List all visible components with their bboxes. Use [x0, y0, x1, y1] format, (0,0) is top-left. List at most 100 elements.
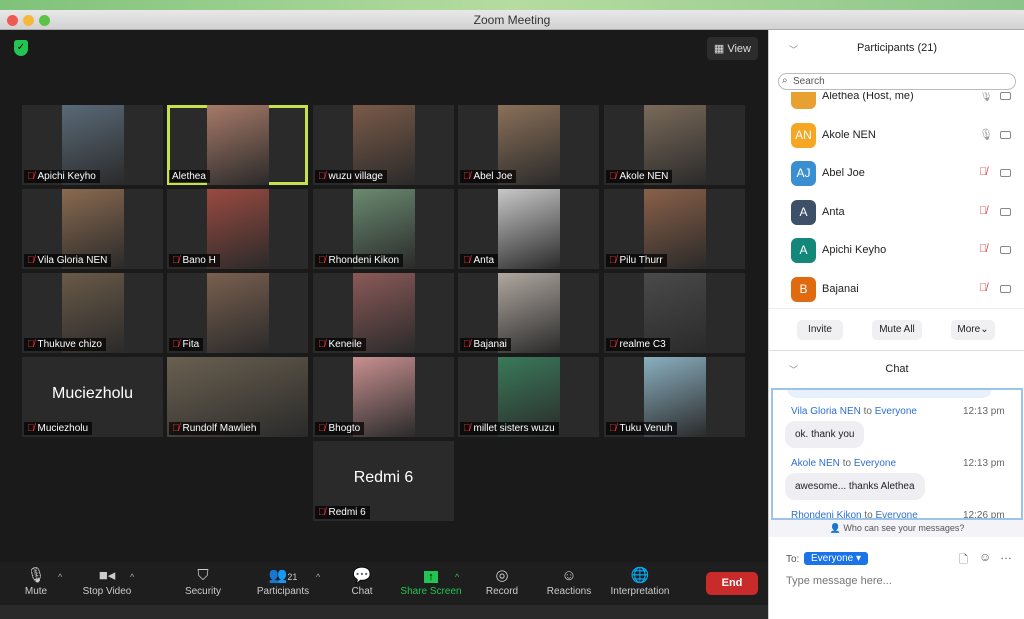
video-camera-icon[interactable] [1000, 207, 1011, 216]
video-tile[interactable]: 🎙̸ realme C3 [604, 273, 745, 353]
sender-name[interactable]: Rhondeni Kikon [791, 510, 862, 518]
minimize-window-button[interactable] [23, 15, 34, 26]
video-tile[interactable]: 🎙̸ Rhondeni Kikon [313, 189, 454, 269]
more-label: More [957, 324, 981, 335]
participants-list[interactable]: Alethea (Host, me) 🎙 AN Akole NEN 🎙 AJ A… [769, 92, 1024, 308]
video-tile[interactable]: Alethea [167, 105, 308, 185]
video-tile[interactable]: 🎙̸ Abel Joe [458, 105, 599, 185]
video-camera-icon[interactable] [1000, 284, 1011, 293]
recipient-dropdown[interactable]: Everyone ▾ [804, 552, 869, 565]
muted-mic-icon[interactable]: 🎙̸ [979, 282, 987, 294]
file-icon[interactable]: 🗋 [959, 551, 968, 570]
video-tile[interactable]: 🎙̸ Anta [458, 189, 599, 269]
tile-name: Bhogto [328, 423, 361, 434]
video-camera-icon: ■◂ [98, 567, 116, 584]
record-label: Record [485, 586, 519, 597]
video-tile[interactable]: 🎙̸ millet sisters wuzu [458, 357, 599, 437]
chat-message-input[interactable] [786, 575, 1006, 587]
video-tile[interactable]: 🎙̸ Rundolf Mawlieh [167, 357, 308, 437]
video-tile[interactable]: 🎙̸ Bano H [167, 189, 308, 269]
tile-name-label: 🎙̸ realme C3 [606, 338, 670, 351]
microphone-icon[interactable]: 🎙 [979, 92, 993, 102]
view-button[interactable]: ▦ View [706, 37, 758, 60]
muted-mic-icon: 🎙̸ [172, 339, 180, 350]
muted-mic-icon[interactable]: 🎙̸ [979, 166, 987, 178]
audio-options-caret[interactable]: ^ [58, 572, 62, 582]
record-button[interactable]: ◎ Record [484, 566, 520, 597]
stop-video-button[interactable]: ■◂ Stop Video [80, 566, 134, 597]
participant-row[interactable]: Alethea (Host, me) 🎙 [769, 92, 1024, 116]
participants-icon: 👥21 [268, 567, 298, 584]
tile-name: Rundolf Mawlieh [182, 423, 257, 434]
share-screen-button[interactable]: ↑ Share Screen [400, 566, 462, 597]
maximize-window-button[interactable] [39, 15, 50, 26]
muted-mic-icon: 🎙̸ [318, 171, 326, 182]
tile-name: realme C3 [619, 339, 666, 350]
interpretation-label: Interpretation [610, 586, 670, 597]
message-time: 12:13 pm [963, 406, 1005, 417]
participants-button[interactable]: 👥21 Participants [254, 566, 312, 597]
muted-mic-icon[interactable]: 🎙̸ [979, 243, 987, 255]
more-button[interactable]: More⌄ [951, 320, 995, 340]
sender-name[interactable]: Akole NEN [791, 458, 840, 469]
video-camera-icon[interactable] [1000, 169, 1011, 177]
mute-all-button[interactable]: Mute All [872, 320, 922, 340]
video-tile[interactable]: 🎙̸ Pilu Thurr [604, 189, 745, 269]
who-can-see-link[interactable]: 👤 Who can see your messages? [769, 520, 1024, 537]
video-tile[interactable]: Muciezholu 🎙̸ Muciezholu [22, 357, 163, 437]
mute-button[interactable]: 🎙 Mute [18, 566, 54, 597]
tile-name-label: 🎙̸ wuzu village [315, 170, 387, 183]
video-camera-icon[interactable] [1000, 92, 1011, 100]
video-tile[interactable]: 🎙̸ Bhogto [313, 357, 454, 437]
invite-button[interactable]: Invite [797, 320, 843, 340]
video-tile[interactable]: 🎙̸ Akole NEN [604, 105, 745, 185]
chat-messages[interactable]: Vila Gloria NEN to Everyone 12:13 pm ok.… [771, 388, 1023, 520]
video-tile[interactable]: 🎙̸ Apichi Keyho [22, 105, 163, 185]
tile-name-label: Alethea [169, 170, 210, 183]
video-tile[interactable]: 🎙̸ Keneile [313, 273, 454, 353]
video-tile[interactable]: 🎙̸ Bajanai [458, 273, 599, 353]
participant-row[interactable]: B Bajanai 🎙̸ [769, 271, 1024, 309]
message-time: 12:13 pm [963, 458, 1005, 469]
participants-options-caret[interactable]: ^ [316, 572, 320, 582]
video-tile[interactable]: 🎙̸ Fita [167, 273, 308, 353]
reactions-label: Reactions [546, 586, 592, 597]
tile-name: Muciezholu [37, 423, 89, 434]
participant-row[interactable]: AN Akole NEN 🎙 [769, 117, 1024, 155]
participant-row[interactable]: A Apichi Keyho 🎙̸ [769, 232, 1024, 270]
security-button[interactable]: ⛉ Security [183, 566, 223, 597]
video-tile[interactable]: 🎙̸ Thukuve chizo [22, 273, 163, 353]
end-meeting-button[interactable]: End [706, 572, 758, 595]
muted-mic-icon: 🎙̸ [27, 255, 35, 266]
video-camera-icon[interactable] [1000, 246, 1011, 254]
participant-name: Bajanai [822, 282, 859, 295]
participant-name: Apichi Keyho [822, 244, 887, 256]
tile-name: Abel Joe [473, 171, 513, 182]
close-window-button[interactable] [7, 15, 18, 26]
muted-mic-icon[interactable]: 🎙̸ [979, 205, 987, 217]
more-options-icon[interactable]: … [1000, 548, 1012, 562]
muted-mic-icon: 🎙̸ [172, 255, 180, 266]
video-camera-icon[interactable] [1000, 130, 1011, 139]
video-tile[interactable]: 🎙̸ Tuku Venuh [604, 357, 745, 437]
tile-name-label: 🎙̸ Akole NEN [606, 170, 673, 183]
chat-button[interactable]: 💬 Chat [348, 566, 376, 597]
video-options-caret[interactable]: ^ [130, 572, 134, 582]
participant-search-input[interactable]: ⌕ Search [778, 73, 1016, 90]
emoji-icon[interactable]: ☺ [979, 550, 991, 564]
reactions-button[interactable]: ☺ Reactions [545, 566, 593, 597]
video-tile[interactable]: Redmi 6 🎙̸ Redmi 6 [313, 441, 454, 521]
participant-row[interactable]: AJ Abel Joe 🎙̸ [769, 155, 1024, 193]
share-options-caret[interactable]: ^ [455, 572, 459, 582]
video-tile[interactable]: 🎙̸ wuzu village [313, 105, 454, 185]
encryption-shield-icon[interactable]: ✓ [14, 40, 28, 56]
tile-name-label: 🎙̸ Rundolf Mawlieh [169, 422, 261, 435]
interpretation-button[interactable]: 🌐 Interpretation [606, 566, 674, 597]
muted-mic-icon: 🎙̸ [318, 339, 326, 350]
microphone-icon[interactable]: 🎙 [979, 128, 993, 141]
video-tile[interactable]: 🎙̸ Vila Gloria NEN [22, 189, 163, 269]
participant-row[interactable]: A Anta 🎙̸ [769, 194, 1024, 232]
to-word: to [842, 458, 852, 469]
avatar [791, 92, 816, 109]
sender-name[interactable]: Vila Gloria NEN [791, 406, 861, 417]
